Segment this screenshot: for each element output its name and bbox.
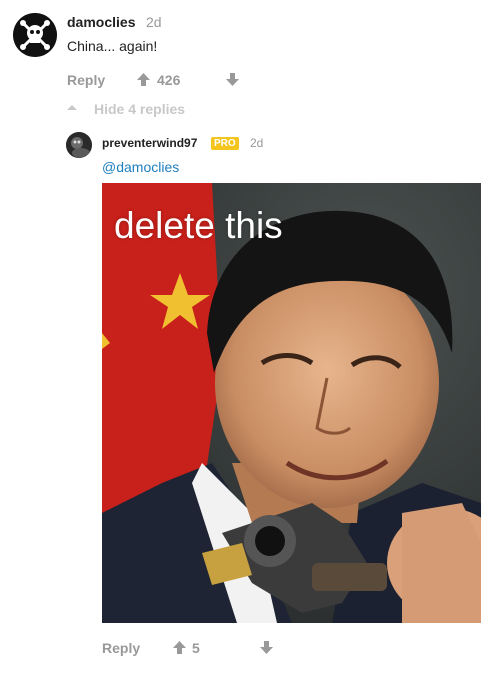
comment-text: China... again! (67, 38, 158, 54)
avatar-damoclies[interactable] (13, 13, 57, 57)
reply-image[interactable]: delete this (102, 183, 481, 623)
skull-crossbones-avatar-icon (13, 13, 57, 57)
reply-timestamp: 2d (250, 136, 264, 150)
upvote-button[interactable] (136, 72, 151, 92)
up-arrow-icon (137, 73, 150, 86)
reply-username[interactable]: preventerwind97 (102, 136, 197, 150)
user-avatar-icon (66, 132, 92, 158)
meme-caption: delete this (114, 205, 283, 246)
meme-image-graphic (102, 183, 481, 623)
avatar-preventerwind97[interactable] (66, 132, 92, 158)
comment-username[interactable]: damoclies (67, 14, 135, 30)
hide-replies-toggle[interactable] (66, 100, 78, 119)
downvote-button[interactable] (259, 640, 274, 660)
down-arrow-icon (226, 73, 239, 86)
downvote-button[interactable] (225, 72, 240, 92)
reply-button[interactable]: Reply (67, 72, 105, 88)
pro-badge: PRO (211, 137, 239, 150)
up-arrow-icon (173, 641, 186, 654)
user-mention-link[interactable]: @damoclies (102, 159, 179, 175)
upvote-count: 426 (157, 72, 181, 88)
down-arrow-icon (260, 641, 273, 654)
comment-timestamp: 2d (146, 14, 162, 30)
caret-up-icon (67, 105, 77, 110)
reply-button[interactable]: Reply (102, 640, 140, 656)
hide-replies-label[interactable]: Hide 4 replies (94, 101, 185, 117)
upvote-button[interactable] (172, 640, 187, 660)
upvote-count: 5 (192, 640, 200, 656)
